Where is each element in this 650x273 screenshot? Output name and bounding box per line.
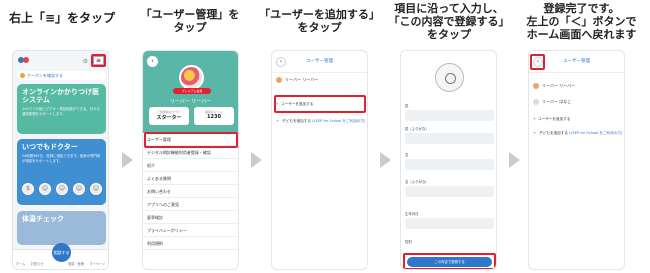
add-child-label: 子どもを追加する <box>282 119 311 123</box>
avatar: ☺ <box>90 183 102 195</box>
step3-title: 「ユーザーを追加する」 をタップ <box>259 8 380 34</box>
highlight-user-management <box>144 132 238 148</box>
nav-bar: ‹ ユーザー管理 <box>272 51 367 73</box>
field-label-first-name: 名 <box>405 153 409 157</box>
card-title: 体温チェック <box>22 215 64 223</box>
tab-mypage[interactable]: マイページ <box>89 261 105 266</box>
step-arrow-2 <box>251 152 262 168</box>
user-name: リーバー リーバー <box>169 99 212 105</box>
anytime-doctor-card[interactable]: いつでもドクター 24時間365日、医師に相談できます。医療の専門家が相談をサポ… <box>17 139 106 205</box>
first-name-kana-input[interactable] <box>405 186 494 197</box>
points-value: 1230 <box>207 114 221 120</box>
consult-button[interactable]: 相談する <box>52 243 71 262</box>
add-child-button[interactable]: 子どもを追加する (LEEP for School をご利用の方) <box>533 131 622 136</box>
highlight-submit <box>403 253 496 269</box>
member-item[interactable]: リーバー はなこ <box>533 99 571 105</box>
highlight-add-user <box>274 95 366 113</box>
menu-item-faq[interactable]: よくある質問 <box>143 172 238 185</box>
app-logo <box>18 57 29 64</box>
step4-title: 項目に沿って入力し、 「この内容で登録する」 をタップ <box>388 2 510 41</box>
menu-item-referral[interactable]: 紹介 <box>143 159 238 172</box>
first-name-input[interactable] <box>405 159 494 170</box>
settings-icon[interactable]: ⚙ <box>83 58 88 65</box>
add-child-button[interactable]: 子どもを追加する (LEEP for School をご利用の方) <box>276 119 365 124</box>
points-box: 保有ポイント 1230 <box>194 107 234 125</box>
add-child-label: 子どもを追加する <box>539 131 568 135</box>
highlight-menu <box>91 54 106 67</box>
card-title: オンラインかかりつけ医システム <box>22 88 100 104</box>
plan-box: ご利用中のプラン スターター <box>149 107 189 125</box>
online-doctor-card[interactable]: オンラインかかりつけ医システム かかりつけ医にビデオ・電話相談ができる、日々の健… <box>17 84 106 134</box>
avatar: ☺ <box>56 183 68 195</box>
step1-title: 右上「≡」をタップ <box>8 11 116 25</box>
last-name-kana-input[interactable] <box>405 133 494 144</box>
profile-header: ‹ プレミアム会員 リーバー リーバー ご利用中のプラン スターター 保有ポイン… <box>143 51 238 133</box>
profile-photo-picker[interactable] <box>435 63 464 92</box>
phone-menu-screen: ‹ プレミアム会員 リーバー リーバー ご利用中のプラン スターター 保有ポイン… <box>142 50 239 270</box>
field-label-birthdate: 生年月日 <box>405 212 419 216</box>
highlight-back <box>530 54 545 70</box>
tab-health[interactable]: 健康・医療 <box>68 261 84 266</box>
add-user-button[interactable]: ユーザーを追加する <box>533 117 570 122</box>
last-name-input[interactable] <box>405 110 494 121</box>
step5-title: 登録完了です。 左上の「＜」ボタンで ホーム画面へ戻れます <box>526 2 637 41</box>
avatar: $ <box>22 183 34 195</box>
phone-user-management-screen: ‹ ユーザー管理 リーバー リーバー ユーザーを追加する 子どもを追加する (L… <box>271 50 368 270</box>
doctor-avatars: $ ☺ ☺ ☺ ☺ <box>22 183 102 195</box>
field-label-first-name-kana: 名（ふりがな） <box>405 180 429 184</box>
field-label-gender: 性別 <box>405 240 412 244</box>
step-arrow-3 <box>380 152 391 168</box>
step2-title: 「ユーザー管理」を タップ <box>140 8 240 34</box>
card-desc: かかりつけ医にビデオ・電話相談ができる、日々の健康管理をサポートします。 <box>22 107 100 116</box>
membership-badge: プレミアム会員 <box>173 88 211 94</box>
menu-item-feedback[interactable]: アプリへのご意見 <box>143 198 238 211</box>
member-item[interactable]: リーバー リーバー <box>533 83 575 89</box>
field-label-last-name: 姓 <box>405 104 409 108</box>
birthdate-select[interactable] <box>405 218 494 229</box>
avatar: ☺ <box>73 183 85 195</box>
plan-value: スターター <box>156 115 182 121</box>
tab-home[interactable]: ホーム <box>16 261 25 266</box>
menu-item-checkup[interactable]: 夏季検診 <box>143 211 238 224</box>
menu-item-privacy[interactable]: プライバシーポリシー <box>143 224 238 237</box>
card-title: いつでもドクター <box>22 143 78 151</box>
temperature-check-card[interactable]: 体温チェック <box>17 211 106 245</box>
step-arrow-4 <box>509 152 520 168</box>
avatar: ☺ <box>39 183 51 195</box>
avatar <box>179 65 204 90</box>
back-icon[interactable]: ‹ <box>147 56 158 67</box>
tab-news[interactable]: お知らせ <box>31 261 44 266</box>
phone-registration-form: 姓 姓（ふりがな） 名 名（ふりがな） 生年月日 性別 この内容で登録する <box>400 50 497 270</box>
phone-home-screen: ⚙ ≡ クーポンを確認する オンラインかかりつけ医システム かかりつけ医にビデオ… <box>12 50 109 270</box>
step-arrow-1 <box>122 152 133 168</box>
menu-item-contact[interactable]: お問い合わせ <box>143 185 238 198</box>
page-title: ユーザー管理 <box>306 59 333 64</box>
phone-complete-screen: ‹ ユーザー管理 リーバー リーバー リーバー はなこ ユーザーを追加する 子ど… <box>528 50 625 270</box>
coupon-button[interactable]: クーポンを確認する <box>17 71 106 80</box>
menu-list: ユーザー管理 デジタル問診機能利用者登録・確認 紹介 よくある質問 お問い合わせ… <box>143 133 238 250</box>
school-link[interactable]: (LEEP for School をご利用の方) <box>312 119 365 123</box>
card-desc: 24時間365日、医師に相談できます。医療の専門家が相談をサポートします。 <box>22 154 101 163</box>
field-label-last-name-kana: 姓（ふりがな） <box>405 127 429 131</box>
menu-item-terms[interactable]: 利用規約 <box>143 237 238 250</box>
member-item[interactable]: リーバー リーバー <box>276 77 318 83</box>
school-link[interactable]: (LEEP for School をご利用の方) <box>569 131 622 135</box>
